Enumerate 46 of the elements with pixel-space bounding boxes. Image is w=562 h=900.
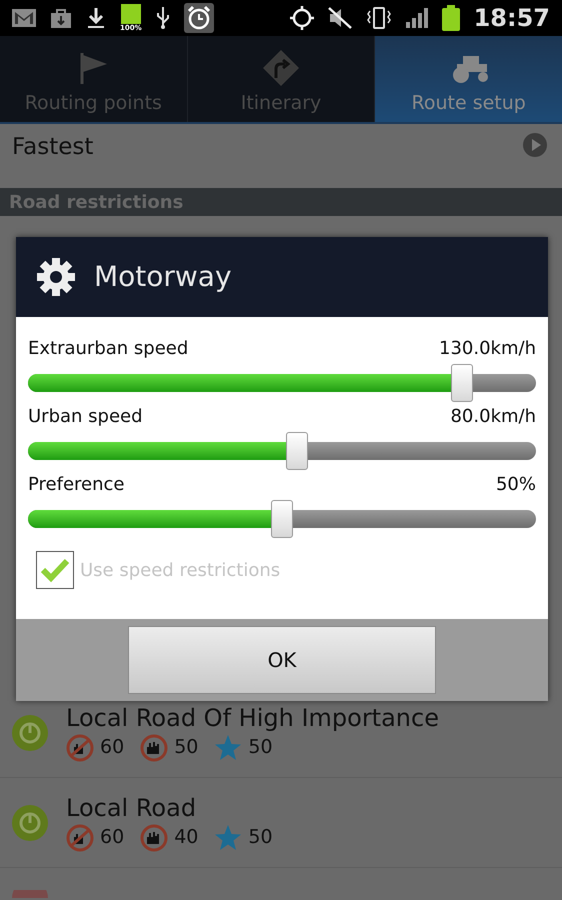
- restriction-value: 60: [100, 735, 124, 760]
- slider-label: Urban speed: [28, 405, 143, 429]
- mail-icon: [12, 9, 36, 27]
- city-sign-icon: [140, 824, 168, 852]
- slider-thumb[interactable]: [271, 500, 293, 538]
- star-icon: [214, 824, 242, 852]
- restriction-value: 60: [100, 825, 124, 850]
- usb-icon: [156, 6, 170, 30]
- restriction-value: 50: [248, 735, 273, 760]
- restriction-value: 40: [174, 825, 198, 850]
- road-name: Local Road: [66, 793, 198, 824]
- no-city-sign-icon: [66, 734, 94, 762]
- slider-label: Preference: [28, 473, 124, 497]
- clock-time: 18:57: [474, 3, 550, 34]
- gps-icon: [290, 6, 314, 30]
- route-type-label: Fastest: [12, 133, 94, 162]
- slider-reading: 80.0km/h: [450, 405, 536, 429]
- restriction-value: 50: [174, 735, 198, 760]
- shopping-bag-icon: [50, 7, 72, 29]
- section-header-text: Road restrictions: [9, 190, 184, 214]
- play-icon: [522, 132, 548, 158]
- city-sign-icon: [140, 734, 168, 762]
- restriction-value: 50: [248, 825, 273, 850]
- route-type-row[interactable]: Fastest: [0, 124, 562, 188]
- muted-speaker-icon: [328, 7, 352, 29]
- slider-label: Extraurban speed: [28, 337, 188, 361]
- alarm-clock-icon: [184, 3, 214, 33]
- settings-icon: [36, 257, 76, 297]
- checkbox-label: Use speed restrictions: [80, 558, 280, 582]
- star-icon: [214, 734, 242, 762]
- signal-icon: [406, 8, 428, 28]
- road-row[interactable]: Local Road 60 40 50: [0, 778, 562, 868]
- tab[interactable]: Route setup: [374, 36, 562, 122]
- ok-button[interactable]: OK: [128, 626, 436, 694]
- slider-reading: 50%: [496, 473, 536, 497]
- battery-icon: [120, 4, 141, 24]
- download-icon: [86, 7, 106, 29]
- dialog-title: Motorway: [94, 259, 232, 295]
- slider-reading: 130.0km/h: [439, 337, 536, 361]
- road-name: Local Road Of High Importance: [66, 703, 439, 734]
- vibrate-icon: [366, 6, 392, 30]
- battery-full-icon: [442, 5, 460, 31]
- slider-thumb[interactable]: [286, 432, 308, 470]
- slider-thumb[interactable]: [451, 364, 474, 402]
- turn-sign-icon: [261, 48, 301, 88]
- no-city-sign-icon: [66, 824, 94, 852]
